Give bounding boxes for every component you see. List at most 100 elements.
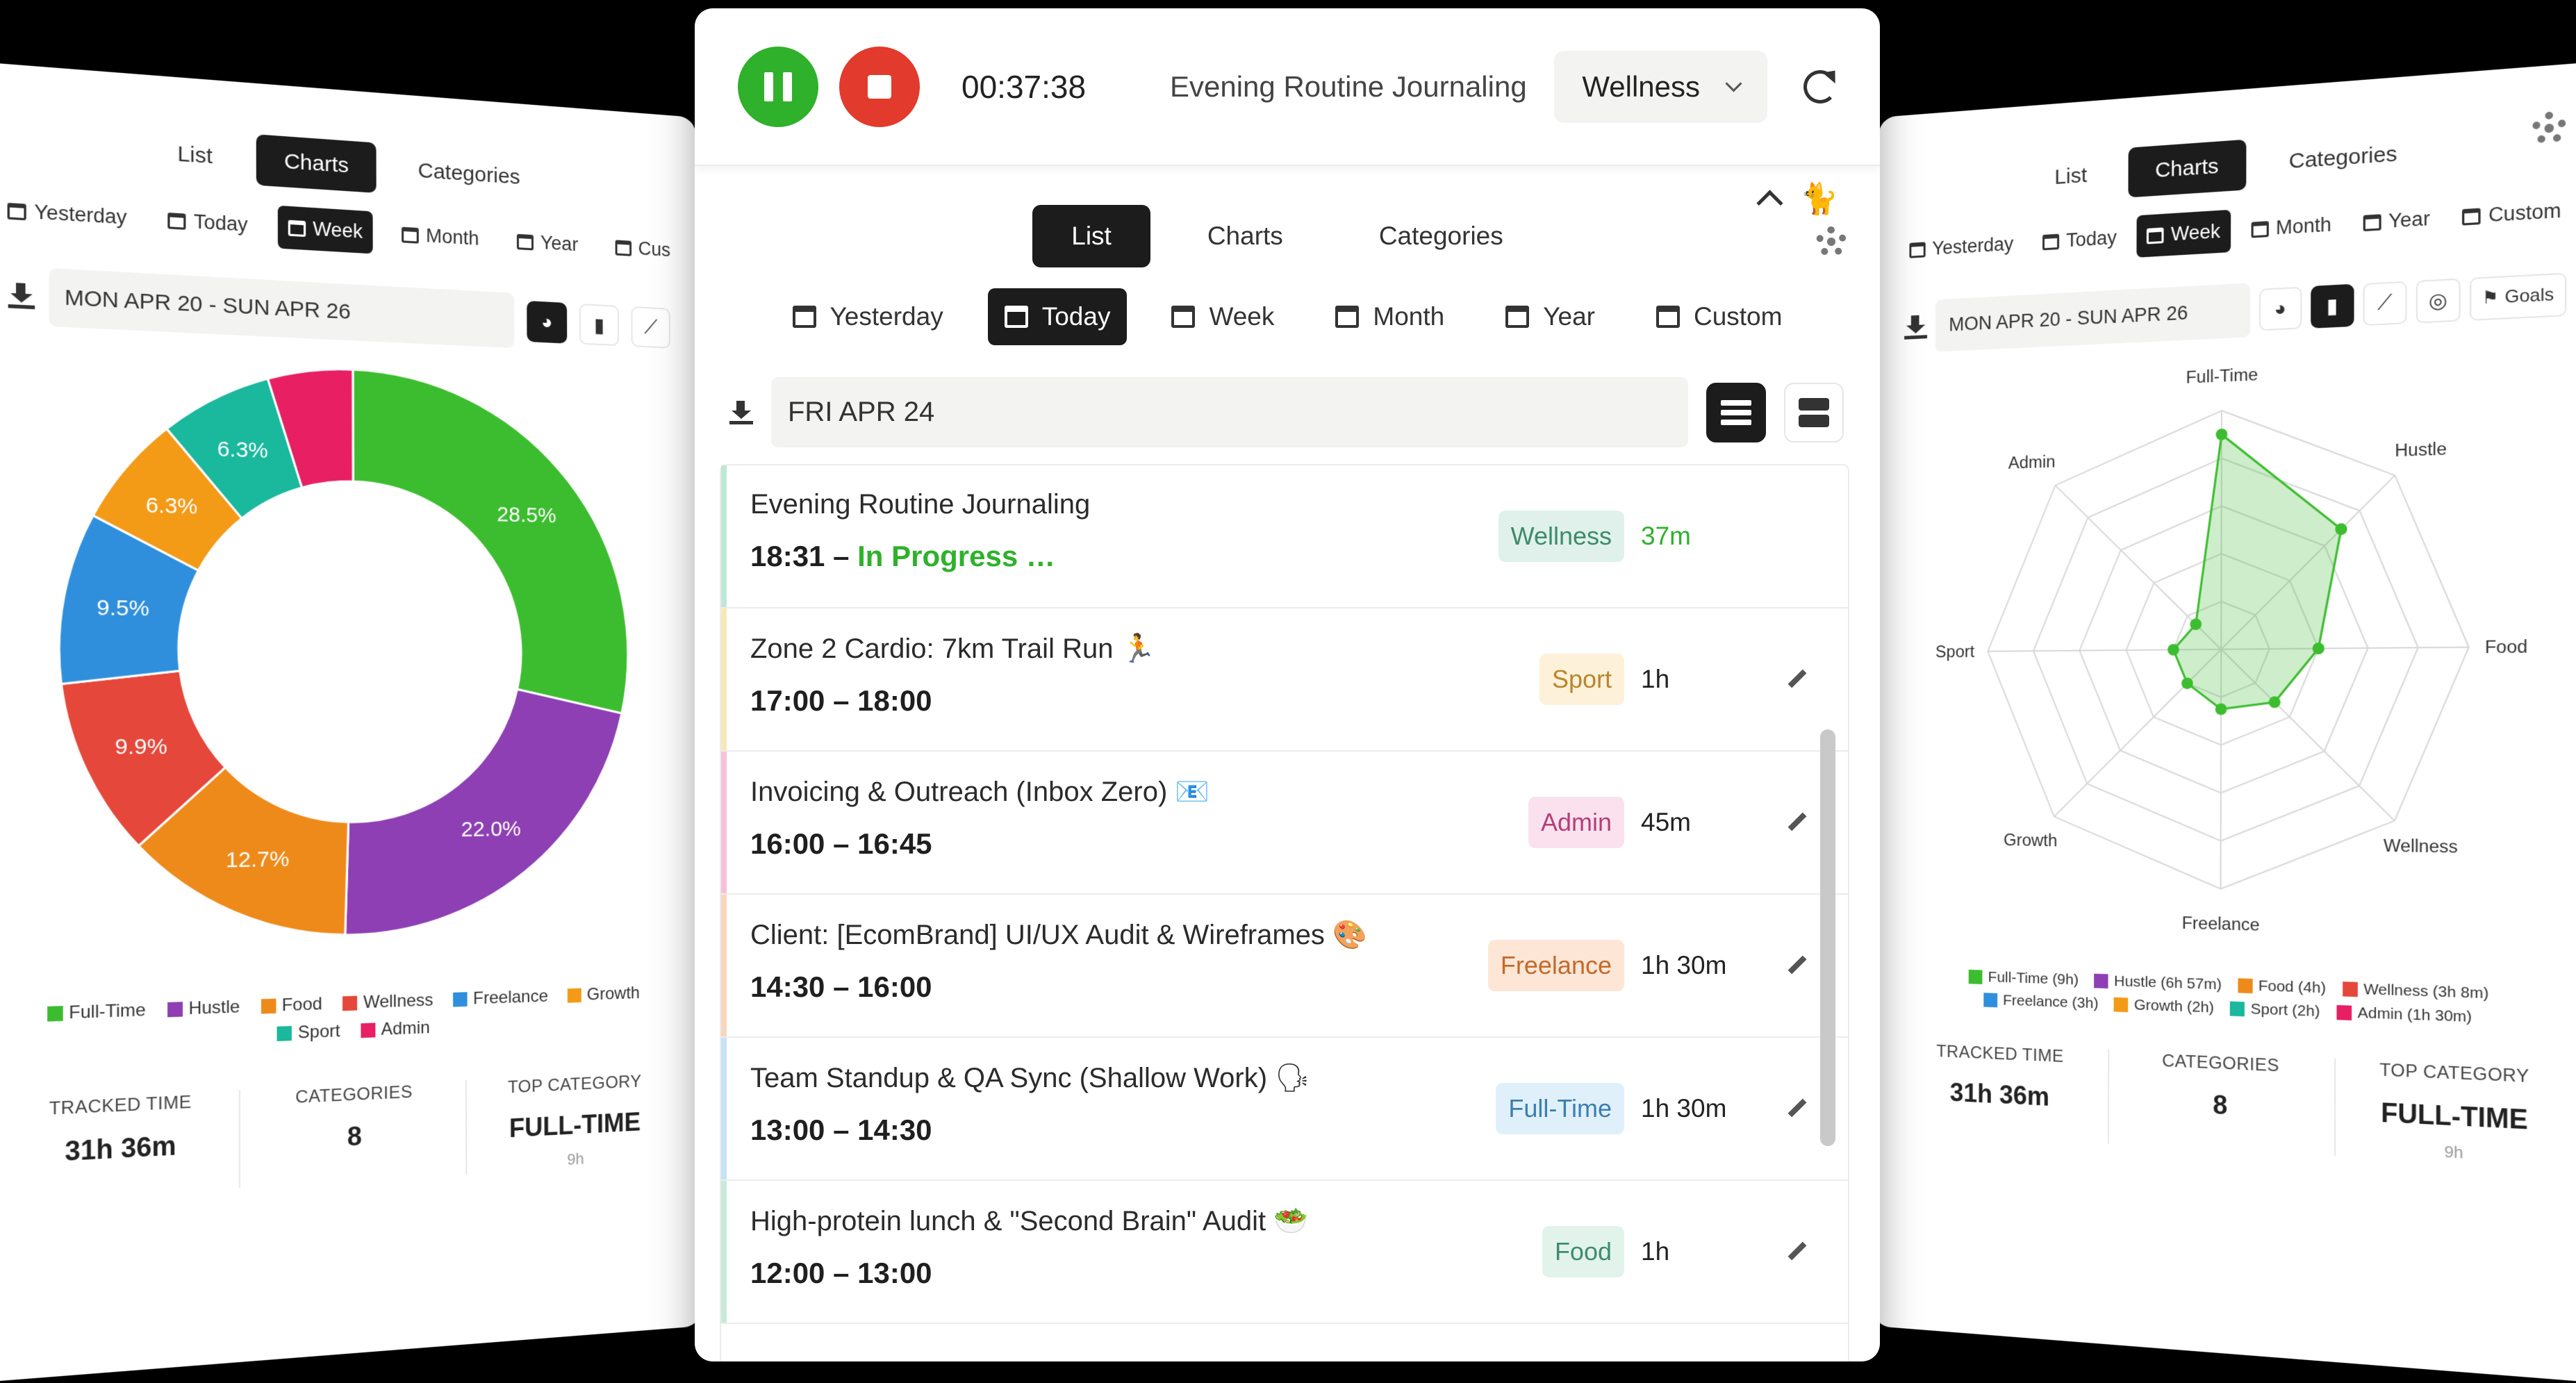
calendar-icon: [1335, 306, 1360, 328]
bar-chart-icon[interactable]: ▮: [579, 303, 620, 347]
left-range-custom[interactable]: Cus: [605, 226, 679, 271]
left-range-yesterday[interactable]: Yesterday: [0, 188, 138, 240]
legend-item[interactable]: Food: [261, 994, 322, 1017]
bar-chart-icon[interactable]: ▮: [2310, 283, 2354, 329]
legend-item[interactable]: Full-Time: [47, 1000, 146, 1025]
chevron-up-icon[interactable]: [1756, 189, 1783, 217]
legend-item[interactable]: Wellness: [342, 991, 434, 1014]
stop-button[interactable]: [839, 46, 920, 127]
entry-row[interactable]: Team Standup & QA Sync (Shallow Work) 🗣 1…: [721, 1038, 1848, 1181]
donut-slice-hustle[interactable]: [345, 688, 622, 935]
legend-swatch: [2238, 978, 2253, 994]
legend-item[interactable]: Growth (2h): [2114, 996, 2214, 1017]
pause-button[interactable]: [738, 46, 818, 127]
refresh-icon[interactable]: [1803, 69, 1837, 103]
download-icon[interactable]: [1904, 315, 1928, 340]
pie-chart-icon[interactable]: ◕: [527, 300, 568, 344]
entry-duration: 1h 30m: [1641, 951, 1727, 979]
edit-pencil-icon[interactable]: [1783, 668, 1806, 691]
edit-pencil-icon[interactable]: [1783, 811, 1806, 834]
range-week[interactable]: Week: [1155, 288, 1291, 345]
right-range-today[interactable]: Today: [2033, 216, 2127, 263]
settings-gear-icon[interactable]: [1816, 226, 1847, 257]
entry-duration: 1h: [1641, 1237, 1670, 1266]
entry-row[interactable]: Invoicing & Outreach (Inbox Zero) 📧 16:00…: [721, 752, 1848, 895]
legend-swatch: [2342, 982, 2358, 997]
calendar-edit-icon: [1656, 306, 1680, 328]
category-tag[interactable]: Admin: [1528, 797, 1624, 848]
right-range-custom[interactable]: Custom: [2452, 188, 2573, 240]
line-chart-icon[interactable]: ⟋: [631, 306, 670, 349]
legend-item[interactable]: Wellness (3h 8m): [2342, 980, 2488, 1003]
right-range-year[interactable]: Year: [2352, 197, 2441, 245]
legend-item[interactable]: Admin: [361, 1018, 430, 1041]
block-view-button[interactable]: [1784, 382, 1844, 442]
weekly-donut-panel: List Charts Categories Yesterday Today W…: [0, 61, 702, 1383]
radar-axis-label: Freelance: [2182, 913, 2260, 935]
right-range-yesterday[interactable]: Yesterday: [1900, 223, 2024, 272]
category-tag[interactable]: Full-Time: [1496, 1083, 1624, 1134]
radar-point-wellness[interactable]: [2268, 696, 2281, 709]
range-custom[interactable]: Custom: [1640, 288, 1799, 345]
download-icon[interactable]: [8, 283, 35, 310]
legend-item[interactable]: Sport (2h): [2230, 1000, 2320, 1020]
left-range-week[interactable]: Week: [277, 205, 373, 254]
current-entry-title[interactable]: Evening Routine Journaling: [1170, 70, 1554, 103]
list-scrollbar[interactable]: [1820, 729, 1835, 1146]
left-range-month[interactable]: Month: [392, 213, 489, 260]
entry-row[interactable]: Zone 2 Cardio: 7km Trail Run 🏃 17:00 – 18…: [721, 608, 1848, 752]
legend-item[interactable]: Growth: [567, 984, 640, 1006]
category-select[interactable]: Wellness: [1554, 50, 1767, 123]
legend-item[interactable]: Freelance: [453, 986, 548, 1010]
left-range-today[interactable]: Today: [157, 198, 258, 247]
right-tab-list[interactable]: List: [2028, 149, 2114, 204]
entry-meta: Sport 1h: [1539, 608, 1806, 750]
radar-point-freelance[interactable]: [2215, 703, 2227, 715]
entry-row[interactable]: Client: [EcomBrand] UI/UX Audit & Wirefr…: [721, 895, 1848, 1038]
top-category-stat: TOP CATEGORY FULL-TIME 9h: [507, 1072, 642, 1169]
range-today[interactable]: Today: [987, 288, 1128, 345]
target-icon[interactable]: ◎: [2416, 278, 2461, 324]
category-tag[interactable]: Food: [1542, 1226, 1624, 1277]
legend-item[interactable]: Admin (1h 30m): [2336, 1004, 2472, 1027]
left-range-year[interactable]: Year: [507, 220, 588, 267]
category-color-bar: [721, 465, 727, 607]
pie-chart-icon[interactable]: ◕: [2259, 286, 2302, 331]
left-tab-categories[interactable]: Categories: [390, 144, 547, 204]
legend-item[interactable]: Hustle: [167, 997, 240, 1020]
category-tag[interactable]: Freelance: [1487, 940, 1624, 991]
legend-item[interactable]: Freelance (3h): [1983, 991, 2099, 1013]
range-year[interactable]: Year: [1489, 288, 1612, 345]
download-icon[interactable]: [729, 400, 753, 424]
tab-charts[interactable]: Charts: [1169, 205, 1322, 267]
list-view-button[interactable]: [1706, 382, 1766, 442]
category-tag[interactable]: Sport: [1539, 654, 1624, 705]
left-tab-charts[interactable]: Charts: [256, 134, 377, 193]
legend-item[interactable]: Food (4h): [2238, 977, 2326, 997]
radar-point-growth[interactable]: [2181, 677, 2193, 690]
legend-item[interactable]: Full-Time (9h): [1968, 968, 2079, 989]
right-range-month[interactable]: Month: [2240, 203, 2342, 251]
left-tab-list[interactable]: List: [149, 126, 241, 184]
edit-pencil-icon[interactable]: [1783, 954, 1806, 977]
donut-data-label: 6.3%: [217, 436, 268, 462]
category-tag[interactable]: Wellness: [1498, 511, 1624, 562]
range-yesterday[interactable]: Yesterday: [776, 288, 960, 345]
line-chart-icon[interactable]: ⟋: [2363, 281, 2407, 326]
right-range-week[interactable]: Week: [2136, 209, 2231, 258]
edit-pencil-icon[interactable]: [1783, 1240, 1806, 1264]
entry-row[interactable]: Evening Routine Journaling 18:31 – In Pro…: [721, 465, 1848, 608]
goals-button[interactable]: ⚑ Goals: [2469, 272, 2567, 321]
top-category-stat: TOP CATEGORY FULL-TIME 9h: [2379, 1060, 2529, 1162]
tab-categories[interactable]: Categories: [1340, 205, 1542, 267]
entry-row[interactable]: High-protein lunch & "Second Brain" Audi…: [721, 1181, 1848, 1324]
right-tab-charts[interactable]: Charts: [2128, 139, 2247, 198]
right-tab-categories[interactable]: Categories: [2261, 126, 2426, 189]
selected-date[interactable]: FRI APR 24: [771, 377, 1688, 447]
legend-item[interactable]: Hustle (6h 57m): [2094, 972, 2222, 994]
tab-list[interactable]: List: [1032, 205, 1150, 267]
range-month[interactable]: Month: [1319, 288, 1461, 345]
legend-item[interactable]: Sport: [276, 1021, 340, 1044]
edit-pencil-icon[interactable]: [1783, 1097, 1806, 1120]
donut-slice-full-time[interactable]: [353, 370, 628, 713]
